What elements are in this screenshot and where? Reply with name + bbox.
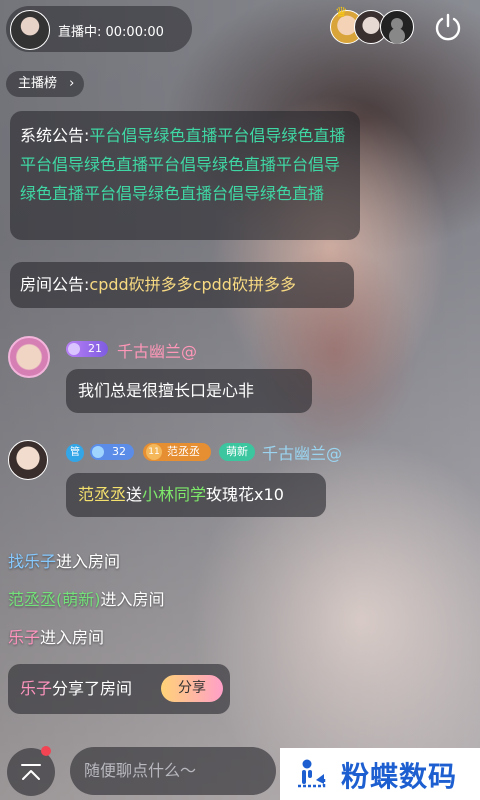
- room-announcement-text: cpdd砍拼多多cpdd砍拼多多: [89, 275, 296, 294]
- level-badge: 21: [66, 341, 108, 357]
- host-ranking-button[interactable]: 主播榜 ›: [6, 71, 85, 97]
- gift-item: 玫瑰花x10: [206, 485, 284, 504]
- share-button[interactable]: 分享: [161, 675, 223, 702]
- notification-dot: [41, 746, 51, 756]
- entry-notice: 范丞丞(萌新)进入房间: [8, 586, 165, 610]
- user-avatar[interactable]: [8, 336, 50, 378]
- chat-input[interactable]: 随便聊点什么～: [70, 747, 276, 795]
- entry-user[interactable]: 范丞丞(萌新): [8, 590, 101, 609]
- chat-message: 我们总是很擅长口是心非: [66, 369, 312, 413]
- room-announcement-label: 房间公告:: [20, 275, 90, 294]
- entry-action: 进入房间: [56, 552, 121, 571]
- gift-verb: 送: [126, 485, 143, 504]
- fan-club-badge: 11 范丞丞: [143, 443, 211, 461]
- diamond-icon: [92, 446, 104, 458]
- live-timer: 直播中: 00:00:00: [58, 25, 164, 40]
- gift-message: 范丞丞送小林同学玫瑰花x10: [66, 473, 326, 517]
- chevron-right-icon: ›: [69, 76, 75, 91]
- gift-sender[interactable]: 范丞丞: [78, 485, 126, 504]
- level-number: 32: [112, 445, 126, 458]
- fan-level: 11: [146, 444, 162, 460]
- entry-user[interactable]: 乐子: [8, 628, 40, 647]
- share-notice: 乐子分享了房间 分享: [8, 664, 230, 714]
- chat-nickname[interactable]: 千古幽兰@: [117, 338, 197, 362]
- share-action: 分享了房间: [52, 679, 133, 698]
- room-announcement: 房间公告:cpdd砍拼多多cpdd砍拼多多: [10, 262, 354, 308]
- host-avatar[interactable]: [10, 10, 50, 50]
- newbie-badge: 萌新: [219, 443, 255, 461]
- gift-receiver[interactable]: 小林同学: [142, 485, 206, 504]
- entry-notice: 找乐子进入房间: [8, 548, 120, 572]
- crown-icon: ♛: [335, 5, 348, 21]
- entry-user[interactable]: 找乐子: [8, 552, 56, 571]
- ranking-label: 主播榜: [18, 76, 58, 91]
- top-viewers[interactable]: ♛: [330, 5, 416, 46]
- admin-badge: 管: [66, 444, 84, 462]
- chat-message-text: 我们总是很擅长口是心非: [78, 381, 255, 400]
- entry-notice: 乐子进入房间: [8, 624, 104, 648]
- user-avatar[interactable]: [8, 440, 48, 480]
- chat-nickname[interactable]: 千古幽兰@: [262, 440, 342, 464]
- entry-action: 进入房间: [100, 590, 165, 609]
- power-icon[interactable]: [432, 11, 464, 43]
- watermark-text: 粉蝶数码: [341, 760, 458, 793]
- system-announcement: 系统公告:平台倡导绿色直播平台倡导绿色直播平台倡导绿色直播平台倡导绿色直播平台倡…: [10, 111, 360, 240]
- system-announcement-label: 系统公告:: [20, 126, 90, 145]
- viewer-avatar[interactable]: [380, 10, 414, 44]
- watermark-logo-icon: [298, 759, 326, 788]
- level-badge: 32: [90, 444, 134, 460]
- level-number: 21: [88, 342, 102, 355]
- fan-club-name: 范丞丞: [167, 445, 200, 458]
- share-user[interactable]: 乐子: [20, 679, 52, 698]
- entry-action: 进入房间: [40, 628, 105, 647]
- live-room-screen: 直播中: 00:00:00 ♛ 主播榜 › 系统公告:平台倡导绿色直播平台倡导绿…: [0, 0, 480, 800]
- live-status-pill[interactable]: 直播中: 00:00:00: [6, 6, 192, 52]
- diamond-icon: [68, 343, 80, 355]
- watermark: 粉蝶数码: [280, 748, 480, 800]
